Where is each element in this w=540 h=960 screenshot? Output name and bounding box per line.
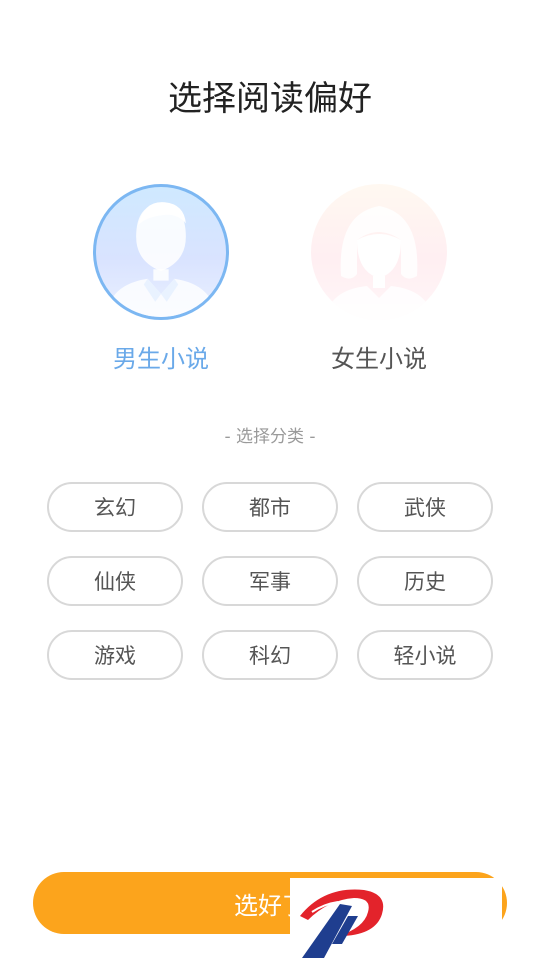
female-avatar — [311, 184, 447, 320]
category-grid: 玄幻 都市 武侠 仙侠 军事 历史 游戏 科幻 轻小说 — [47, 482, 493, 680]
category-chip-xuanhuan[interactable]: 玄幻 — [47, 482, 183, 532]
category-chip-kehuan[interactable]: 科幻 — [202, 630, 338, 680]
female-novel-option[interactable]: 女生小说 — [294, 184, 464, 376]
male-avatar — [93, 184, 229, 320]
category-chip-xianxia[interactable]: 仙侠 — [47, 556, 183, 606]
female-silhouette-icon — [325, 206, 433, 320]
category-chip-qingxiaoshuo[interactable]: 轻小说 — [357, 630, 493, 680]
page-title: 选择阅读偏好 — [168, 79, 372, 119]
category-chip-wuxia[interactable]: 武侠 — [357, 482, 493, 532]
male-novel-option[interactable]: 男生小说 — [76, 184, 246, 376]
category-chip-youxi[interactable]: 游戏 — [47, 630, 183, 680]
category-chip-junshi[interactable]: 军事 — [202, 556, 338, 606]
male-silhouette-icon — [105, 202, 217, 317]
category-chip-dushi[interactable]: 都市 — [202, 482, 338, 532]
category-chip-lishi[interactable]: 历史 — [357, 556, 493, 606]
watermark-logo — [290, 878, 502, 960]
brand-logo-icon — [300, 889, 384, 958]
category-section-label: - 选择分类 - — [224, 427, 316, 447]
male-novel-label: 男生小说 — [113, 345, 209, 373]
female-novel-label: 女生小说 — [331, 345, 427, 373]
